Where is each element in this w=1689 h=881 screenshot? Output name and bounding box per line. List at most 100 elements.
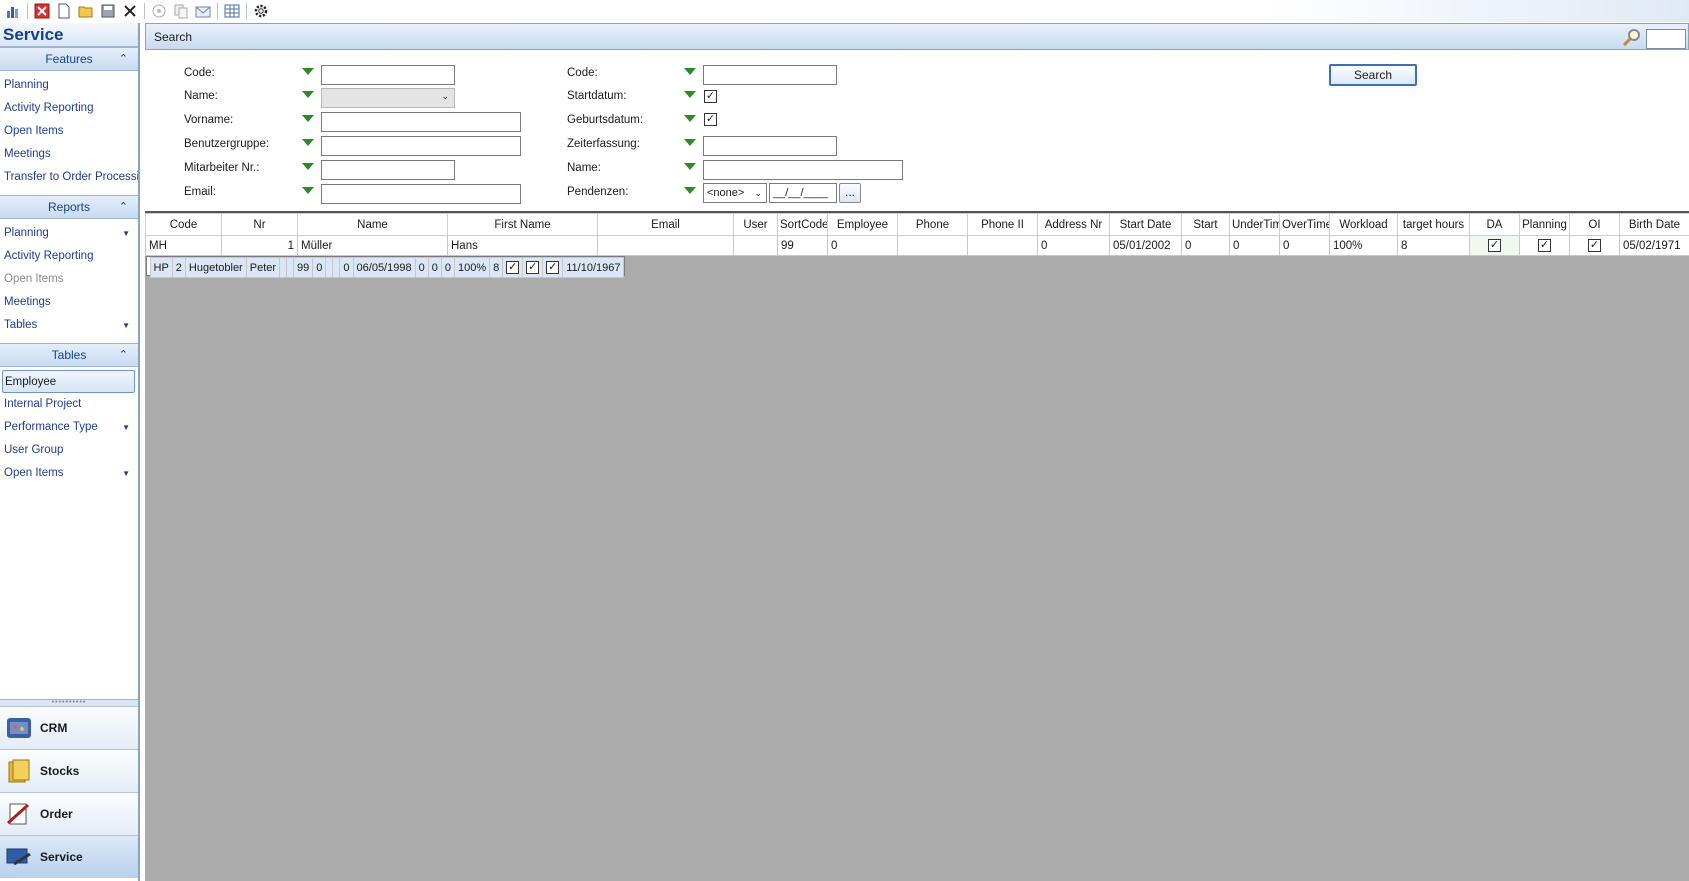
collapse-icon[interactable]: ⌃ [119, 200, 128, 213]
name-select[interactable]: ⌄ [321, 88, 455, 108]
option-icon[interactable] [148, 1, 170, 21]
column-header[interactable]: Address Nr [1037, 213, 1110, 236]
cell-phone-ii[interactable] [332, 257, 341, 278]
pane-splitter[interactable]: •••••••••• [0, 699, 138, 706]
cell-sortcode[interactable]: 99 [293, 257, 314, 278]
nav-item-internal-project[interactable]: Internal Project [0, 393, 138, 416]
dropdown-arrow-icon[interactable]: ▼ [122, 462, 130, 485]
nav-item-transfer-to-order-processing[interactable]: Transfer to Order Processing [0, 166, 138, 189]
pendenzen-date-input[interactable]: __/__/____ [769, 183, 837, 203]
module-button-stocks[interactable]: Stocks [0, 749, 138, 792]
close-icon[interactable] [119, 1, 141, 21]
dropdown-arrow-icon[interactable]: ▼ [122, 416, 130, 439]
filter-icon[interactable] [684, 91, 696, 98]
cell-start-date[interactable]: 06/05/1998 [352, 257, 416, 278]
da-checkbox[interactable]: ✓ [506, 261, 520, 275]
cell-first-name[interactable]: Peter [245, 257, 281, 278]
mail-icon[interactable] [192, 1, 214, 21]
filter-icon[interactable] [302, 139, 314, 146]
cell-planning[interactable]: ✓ [1519, 235, 1570, 256]
cell-nr[interactable]: 2 [171, 257, 186, 278]
filter-icon[interactable] [302, 187, 314, 194]
filter-icon[interactable] [684, 139, 696, 146]
filter-icon[interactable] [302, 163, 314, 170]
column-header[interactable]: target hours [1397, 213, 1470, 236]
filter-icon[interactable] [684, 187, 696, 194]
collapse-icon[interactable]: ⌃ [119, 348, 128, 361]
oi-checkbox[interactable]: ✓ [546, 261, 560, 275]
column-header[interactable]: Email [597, 213, 734, 236]
nav-item-report-activity-reporting[interactable]: Activity Reporting [0, 245, 138, 268]
column-header[interactable]: Code [145, 213, 222, 236]
email-input[interactable] [321, 184, 521, 204]
table-row[interactable]: MH 1 Müller Hans 99 0 0 05/01/2002 0 0 0… [145, 235, 1689, 256]
column-header[interactable]: First Name [447, 213, 598, 236]
module-button-order[interactable]: Order [0, 792, 138, 835]
code-input[interactable] [321, 65, 455, 85]
column-header[interactable]: Planning [1519, 213, 1570, 236]
group-header-features[interactable]: Features ⌃ [0, 47, 138, 71]
cell-address-nr[interactable]: 0 [339, 257, 354, 278]
dropdown-arrow-icon[interactable]: ▼ [122, 314, 130, 337]
cell-address-nr[interactable]: 0 [1037, 235, 1110, 256]
cell-nr[interactable]: 1 [221, 235, 298, 256]
mitarbeiter-nr-input[interactable] [321, 160, 455, 180]
module-button-crm[interactable]: CRM [0, 706, 138, 749]
nav-item-report-planning[interactable]: Planning ▼ [0, 222, 138, 245]
column-header[interactable]: Phone [897, 213, 968, 236]
column-header[interactable]: Birth Date [1619, 213, 1689, 236]
column-header[interactable]: OverTime [1279, 213, 1330, 236]
cell-user[interactable] [733, 235, 778, 256]
cell-da[interactable]: ✓ [1469, 235, 1520, 256]
geburtsdatum-checkbox[interactable]: ✓ [704, 113, 717, 126]
cell-da[interactable]: ✓ [502, 257, 524, 278]
cell-target-hours[interactable]: 8 [1397, 235, 1470, 256]
collapse-icon[interactable]: ⌃ [119, 52, 128, 65]
save-icon[interactable] [97, 1, 119, 21]
cell-start[interactable]: 0 [1181, 235, 1230, 256]
vorname-input[interactable] [321, 112, 521, 132]
cell-oi[interactable]: ✓ [542, 257, 564, 278]
nav-item-user-group[interactable]: User Group [0, 439, 138, 462]
pendenzen-select[interactable]: <none> ⌄ [703, 183, 767, 203]
cell-start-date[interactable]: 05/01/2002 [1109, 235, 1182, 256]
nav-item-activity-reporting[interactable]: Activity Reporting [0, 97, 138, 120]
nav-item-planning[interactable]: Planning [0, 74, 138, 97]
cell-planning[interactable]: ✓ [522, 257, 544, 278]
nav-item-report-meetings[interactable]: Meetings [0, 291, 138, 314]
cell-overtime[interactable]: 0 [1279, 235, 1330, 256]
benutzergruppe-input[interactable] [321, 136, 521, 156]
column-header[interactable]: DA [1469, 213, 1520, 236]
grid-icon[interactable] [221, 1, 243, 21]
nav-item-meetings[interactable]: Meetings [0, 143, 138, 166]
cell-code[interactable]: HP [149, 257, 173, 278]
filter-icon[interactable] [302, 115, 314, 122]
group-header-tables[interactable]: Tables ⌃ [0, 343, 138, 367]
column-header[interactable]: Phone II [967, 213, 1038, 236]
cell-birth-date[interactable]: 11/10/1967 [562, 257, 625, 278]
settings-icon[interactable] [250, 1, 272, 21]
cell-email[interactable] [597, 235, 734, 256]
cell-name[interactable]: Müller [297, 235, 448, 256]
group-header-reports[interactable]: Reports ⌃ [0, 195, 138, 219]
planning-checkbox[interactable]: ✓ [1538, 239, 1551, 252]
cell-workload[interactable]: 100% [453, 257, 491, 278]
cell-phone[interactable] [325, 257, 334, 278]
name-right-input[interactable] [703, 160, 903, 180]
nav-item-employee[interactable]: Employee [2, 370, 135, 393]
column-header[interactable]: Start [1181, 213, 1230, 236]
cell-sortcode[interactable]: 99 [777, 235, 828, 256]
cell-birth-date[interactable]: 05/02/1971 [1619, 235, 1689, 256]
cell-email[interactable] [279, 257, 288, 278]
column-header[interactable]: Start Date [1109, 213, 1182, 236]
copy-icon[interactable] [170, 1, 192, 21]
cell-employee[interactable]: 0 [827, 235, 898, 256]
cell-undertime[interactable]: 0 [1229, 235, 1280, 256]
filter-icon[interactable] [684, 115, 696, 122]
new-icon[interactable] [53, 1, 75, 21]
open-icon[interactable] [75, 1, 97, 21]
column-header[interactable]: Nr [221, 213, 298, 236]
filter-icon[interactable] [684, 68, 696, 75]
cell-oi[interactable]: ✓ [1569, 235, 1620, 256]
column-header[interactable]: UnderTime [1229, 213, 1280, 236]
